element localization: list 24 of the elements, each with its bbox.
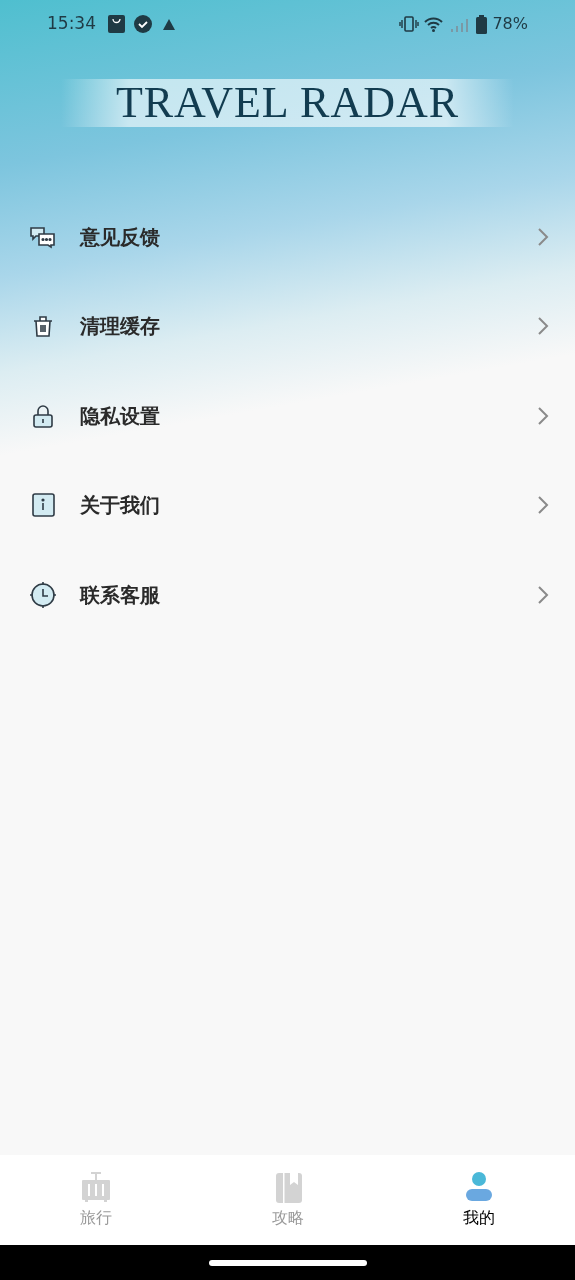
menu-item[interactable]: 联系客服 <box>0 550 575 640</box>
menu-item[interactable]: 清理缓存 <box>0 281 575 371</box>
signal-icon <box>450 16 469 32</box>
info-icon <box>29 491 57 520</box>
menu-item[interactable]: 隐私设置 <box>0 371 575 461</box>
status-time: 15:34 <box>47 12 96 36</box>
chevron-right-icon <box>537 405 549 426</box>
menu-item[interactable]: 意见反馈 <box>0 192 575 282</box>
chevron-right-icon <box>537 316 549 337</box>
chevron-right-icon <box>537 495 549 516</box>
wifi-icon <box>424 16 444 32</box>
battery-level: 78% <box>492 13 528 35</box>
battery-icon <box>476 14 488 34</box>
tab[interactable]: 我的 <box>383 1155 575 1245</box>
menu-item[interactable]: 关于我们 <box>0 460 575 550</box>
home-indicator[interactable] <box>208 1259 367 1266</box>
chevron-right-icon <box>537 226 549 247</box>
vibrate-icon <box>399 16 420 32</box>
warning-icon <box>163 18 175 30</box>
shopping-bag-icon <box>108 15 125 33</box>
check-circle-icon <box>134 15 152 33</box>
clock-icon <box>29 580 57 609</box>
suitcase-icon <box>79 1171 112 1203</box>
chevron-right-icon <box>537 584 549 605</box>
